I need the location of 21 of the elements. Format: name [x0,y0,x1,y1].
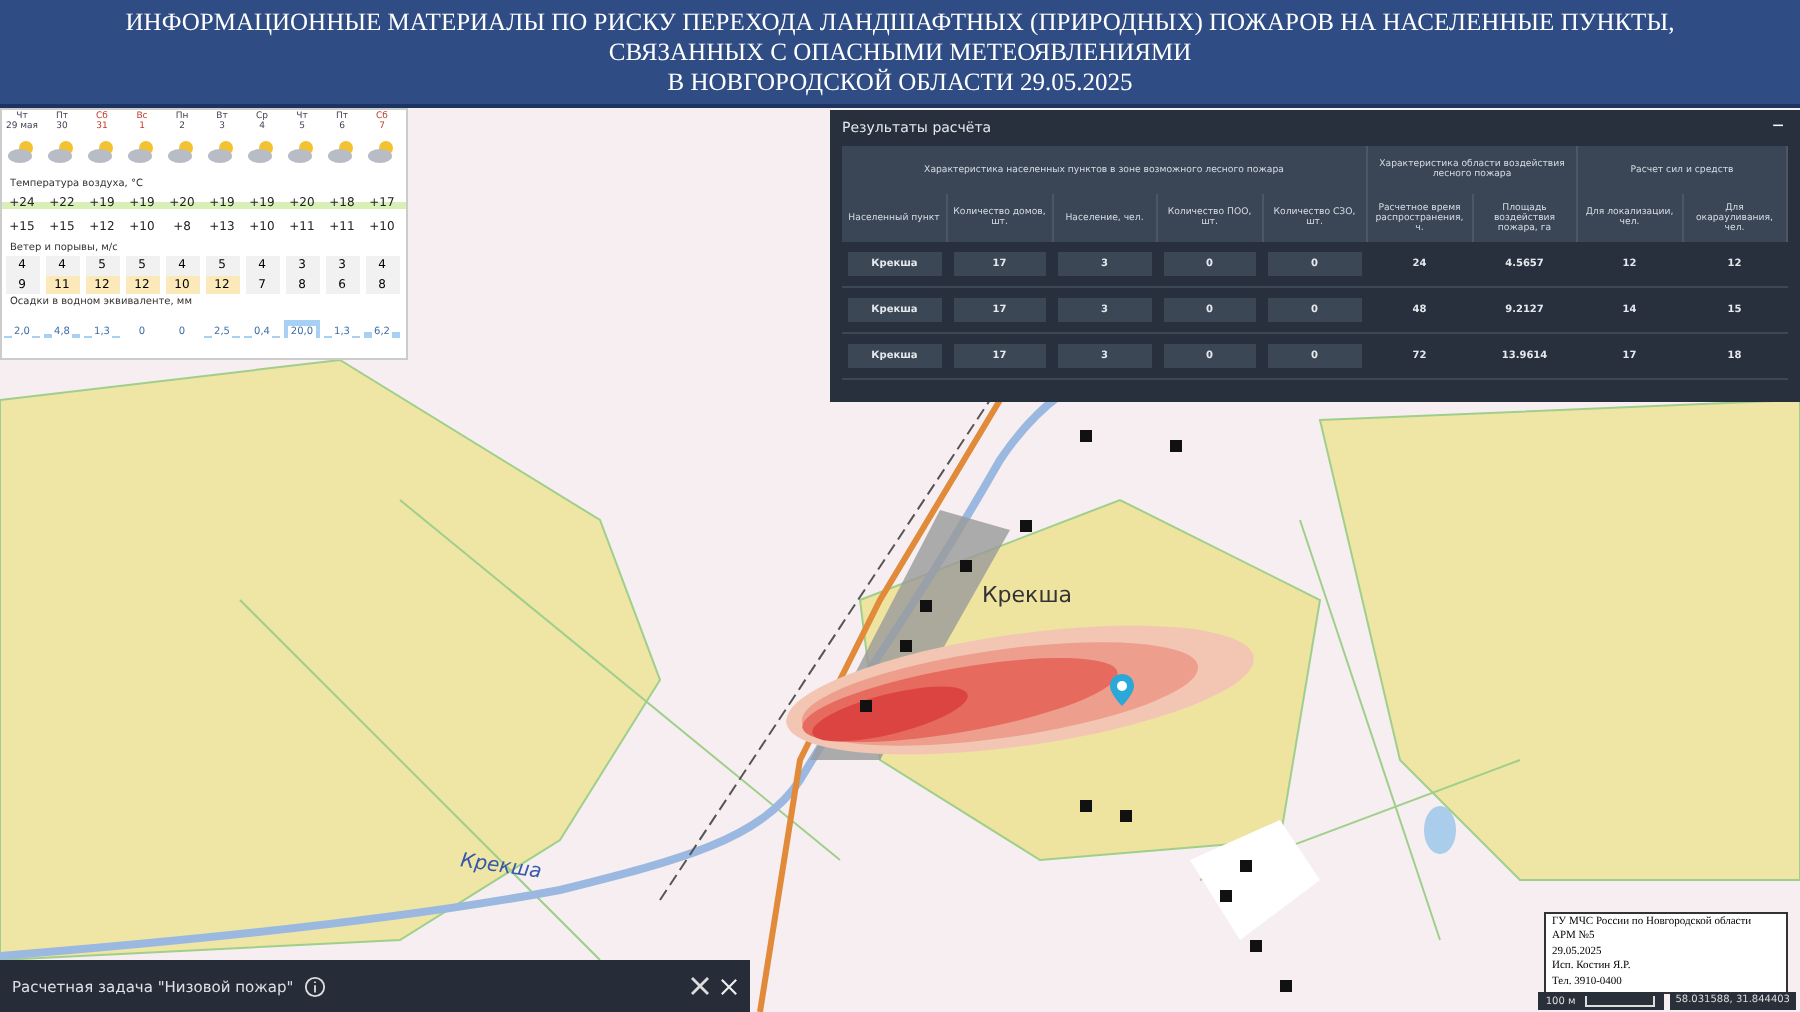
title-text: СВЯЗАННЫХ С ОПАСНЫМИ МЕТЕОЯВЛЕНИЯМИ [608,37,1192,67]
info-icon[interactable] [303,975,326,997]
settlement-label: Крекша [982,582,1073,608]
close-icon[interactable] [720,977,738,995]
collapse-arrows-icon[interactable] [690,976,710,996]
river-label: Крекша [458,850,543,884]
sun-cloud-icon [86,140,118,164]
sun-cloud-icon [166,140,198,164]
collapse-button[interactable]: − [1768,118,1788,138]
location-pin-icon [1110,674,1134,706]
sun-cloud-icon [286,140,318,164]
title-text: ИНФОРМАЦИОННЫЕ МАТЕРИАЛЫ ПО РИСКУ ПЕРЕХОДА ЛАНДШАФТНЫХ (ПРИРОДНЫХ) ПОЖАРОВ НА НАСЕЛЕННЫЕ ПУНКТЫ, [125,7,1675,37]
sun-cloud-icon [206,140,238,164]
sun-cloud-icon [326,140,358,164]
sun-cloud-icon [46,140,78,164]
sun-cloud-icon [366,140,398,164]
title-text: В НОВГОРОДСКОЙ ОБЛАСТИ 29.05.2025 [667,67,1133,97]
sun-cloud-icon [246,140,278,164]
sun-cloud-icon [6,140,38,164]
sun-cloud-icon [126,140,158,164]
scale-ruler-icon [1583,995,1656,1007]
